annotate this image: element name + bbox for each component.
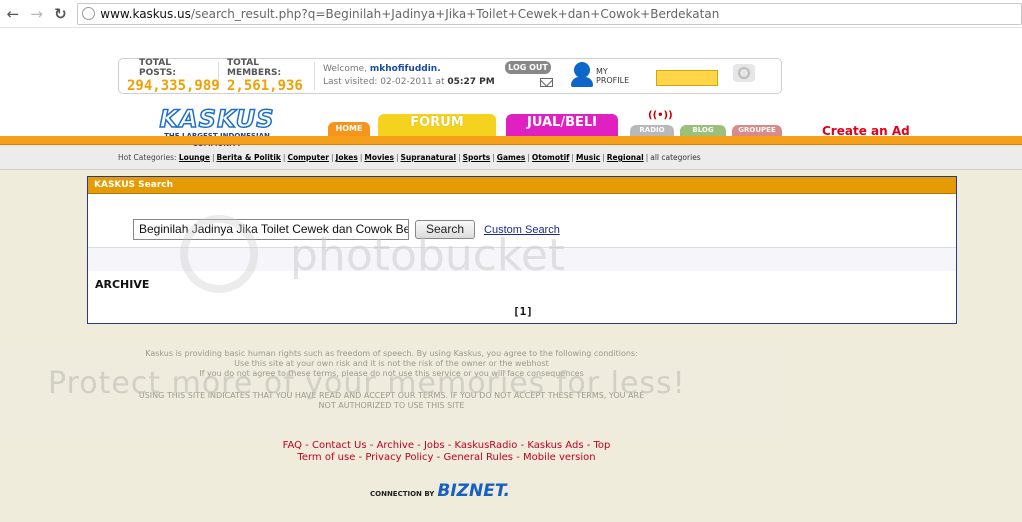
username-link[interactable]: mkhofifuddin.: [370, 64, 441, 74]
total-members: TOTAL MEMBERS: 2,561,936: [219, 58, 315, 94]
category-music[interactable]: Music: [576, 153, 600, 162]
category-regional[interactable]: Regional: [607, 153, 644, 162]
search-icon[interactable]: [733, 64, 755, 82]
logout-button[interactable]: LOG OUT: [505, 61, 551, 74]
logo-text: KASKUS: [159, 105, 275, 133]
disclaimer-line: NOT AUTHORIZED TO USE THIS SITE: [318, 401, 465, 410]
category-all[interactable]: all categories: [650, 153, 700, 162]
browser-toolbar: ← → ↻ www.kaskus.us/search_result.php?q=…: [0, 0, 1022, 28]
category-movies[interactable]: Movies: [364, 153, 394, 162]
tab-jual-beli[interactable]: JUAL/BELI: [506, 114, 618, 136]
footer-link-faq[interactable]: FAQ: [283, 440, 302, 451]
total-posts-label: TOTAL POSTS:: [139, 58, 176, 78]
tab-home[interactable]: HOME: [328, 122, 370, 136]
disclaimer-line: Use this site at your own risk and it is…: [234, 359, 549, 368]
tab-forum[interactable]: FORUM: [378, 114, 496, 136]
biznet-sponsor[interactable]: CONNECTION BY BIZNET.: [370, 481, 510, 501]
last-visited: Last visited: 02-02-2011 at: [323, 77, 448, 87]
total-members-value: 2,561,936: [227, 78, 303, 94]
welcome-prefix: Welcome,: [323, 64, 370, 74]
tab-radio[interactable]: RADIO: [630, 125, 674, 136]
footer-link-archive[interactable]: Archive: [377, 440, 414, 451]
address-bar[interactable]: www.kaskus.us/search_result.php?q=Begini…: [77, 2, 1022, 25]
radio-signal-icon: ((•)): [648, 110, 673, 121]
category-games[interactable]: Games: [497, 153, 526, 162]
connection-by-label: CONNECTION BY: [370, 490, 435, 498]
footer-link-jobs[interactable]: Jobs: [424, 440, 445, 451]
last-visited-time: 05:27 PM: [447, 77, 495, 87]
hot-categories-bar: Hot Categories: Lounge | Berita & Politik |…: [0, 146, 1022, 170]
disclaimer-line: Kaskus is providing basic human rights s…: [145, 349, 638, 358]
categories-label: Hot Categories:: [118, 153, 179, 162]
mail-icon[interactable]: [540, 78, 553, 87]
search-panel-title: KASKUS Search: [88, 177, 956, 194]
footer-link-contact[interactable]: Contact Us: [312, 440, 367, 451]
user-stats-box: TOTAL POSTS: 294,335,989 TOTAL MEMBERS: …: [118, 58, 782, 94]
category-computer[interactable]: Computer: [287, 153, 329, 162]
footer-link-terms[interactable]: Term of use: [297, 452, 355, 463]
footer-row-2: Term of use - Privacy Policy - General R…: [297, 452, 596, 463]
category-otomotif[interactable]: Otomotif: [532, 153, 570, 162]
category-list: Hot Categories: Lounge | Berita & Politik |…: [118, 153, 701, 162]
header-search-input[interactable]: [656, 70, 718, 86]
custom-search-link[interactable]: Custom Search: [484, 224, 560, 236]
footer-row-1: FAQ - Contact Us - Archive - Jobs - Kask…: [282, 440, 611, 451]
footer-link-top[interactable]: Top: [594, 440, 611, 451]
back-arrow-icon[interactable]: ←: [2, 3, 24, 25]
footer-links: FAQ - Contact Us - Archive - Jobs - Kask…: [0, 440, 893, 464]
total-members-label: TOTAL MEMBERS:: [227, 58, 282, 78]
url-path: /search_result.php?q=Beginilah+Jadinya+J…: [190, 6, 720, 21]
disclaimer-line: USING THIS SITE INDICATES THAT YOU HAVE …: [138, 391, 645, 400]
panel-band: [88, 247, 956, 271]
disclaimer-line: If you do not agree to these terms, plea…: [199, 369, 584, 378]
welcome-block: Welcome, mkhofifuddin. Last visited: 02-…: [315, 63, 520, 89]
header-divider: [0, 136, 1022, 145]
profile-label-profile: PROFILE: [596, 76, 630, 85]
profile-label-my: MY: [596, 67, 608, 76]
tab-blog[interactable]: BLOG: [680, 125, 726, 136]
my-profile-link[interactable]: MY PROFILE: [571, 62, 629, 90]
search-row: Beginilah Jadinya Jika Toilet Cewek dan …: [133, 219, 560, 240]
tab-groupee[interactable]: GROUPEE: [732, 125, 782, 136]
disclaimer: Kaskus is providing basic human rights s…: [0, 343, 783, 441]
footer-link-privacy[interactable]: Privacy Policy: [365, 452, 433, 463]
footer-link-mobile[interactable]: Mobile version: [523, 452, 596, 463]
category-sports[interactable]: Sports: [463, 153, 491, 162]
category-lounge[interactable]: Lounge: [179, 153, 210, 162]
reload-icon[interactable]: ↻: [50, 3, 72, 25]
category-berita-politik[interactable]: Berita & Politik: [217, 153, 281, 162]
biznet-logo: BIZNET.: [437, 481, 510, 501]
avatar-icon: [571, 62, 593, 90]
url-host: www.kaskus.us: [100, 6, 191, 21]
pagination[interactable]: [1]: [513, 305, 533, 318]
footer-link-rules[interactable]: General Rules: [443, 452, 513, 463]
search-panel: KASKUS Search Beginilah Jadinya Jika Toi…: [87, 176, 957, 324]
forward-arrow-icon[interactable]: →: [26, 3, 48, 25]
footer-link-kaskus-ads[interactable]: Kaskus Ads: [527, 440, 583, 451]
page-info-icon[interactable]: [82, 7, 96, 20]
footer-link-kaskusradio[interactable]: KaskusRadio: [455, 440, 518, 451]
archive-heading: ARCHIVE: [95, 278, 150, 291]
category-supranatural[interactable]: Supranatural: [401, 153, 457, 162]
category-jokes[interactable]: Jokes: [336, 153, 358, 162]
search-input[interactable]: Beginilah Jadinya Jika Toilet Cewek dan …: [133, 219, 409, 240]
total-posts-value: 294,335,989: [127, 78, 220, 94]
search-button[interactable]: Search: [415, 220, 476, 239]
total-posts: TOTAL POSTS: 294,335,989: [119, 58, 220, 94]
